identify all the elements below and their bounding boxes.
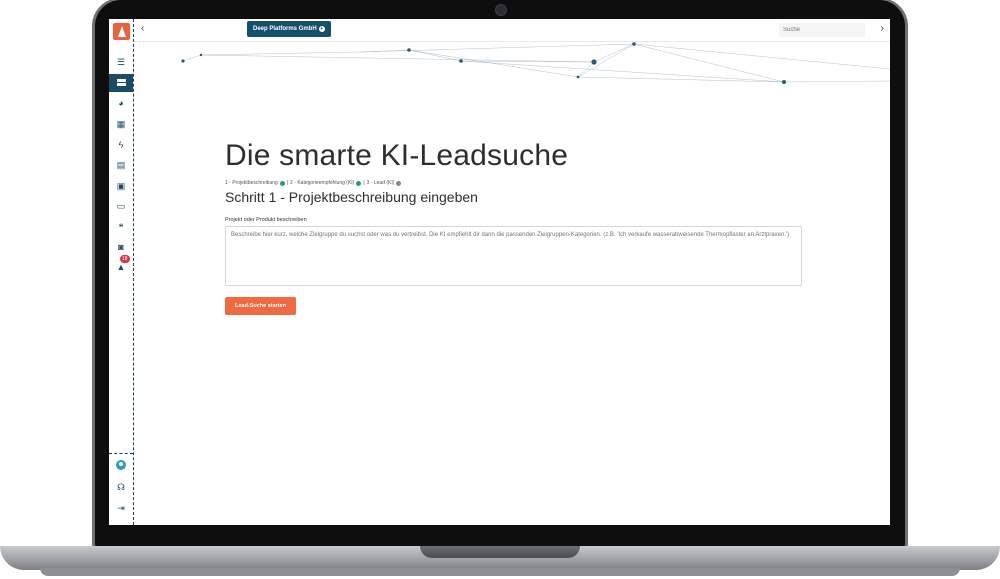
app-logo-icon[interactable] [113,23,130,40]
support-icon[interactable]: ☊ [109,478,133,496]
pending-icon [396,180,402,186]
field-label: Projekt oder Produkt beschreiben [225,217,307,223]
quote-icon[interactable]: ❝ [109,218,133,236]
money-icon[interactable]: ▤ [109,156,133,174]
step-2[interactable]: 2 - Kategorieempfehlung (KI) [290,180,354,186]
robot-icon[interactable]: ◙ [109,238,133,256]
laptop-base-shadow [40,568,960,576]
project-description-input[interactable] [225,226,802,286]
search-input[interactable] [779,23,865,37]
camera-icon [495,4,507,16]
lightning-icon[interactable]: ϟ [109,136,133,154]
sidebar-item-leads[interactable] [109,74,133,92]
sidebar-divider [109,453,133,454]
sidebar: ☰ ◕ ▦ ϟ ▤ ▣ ▭ ❝ ◙ ▲ 18 ☊ ⇥ [109,19,134,525]
bell-icon[interactable]: ▲ 18 [109,255,133,276]
main-content: Die smarte KI-Leadsuche 1 - Projektbesch… [225,139,805,315]
notification-badge: 18 [120,255,130,263]
check-icon [356,180,362,186]
laptop-icon[interactable]: ▭ [109,197,133,215]
calendar-icon[interactable]: ▦ [109,115,133,133]
logout-icon[interactable]: ⇥ [109,499,133,517]
company-switcher[interactable]: Deep Platforms GmbH + [247,21,331,37]
start-lead-search-button[interactable]: Lead-Suche starten [225,297,297,315]
pie-chart-icon[interactable]: ◕ [109,94,133,112]
step-3[interactable]: 3 - Lead (KI) [367,180,395,186]
server-icon [116,79,126,86]
avatar-icon[interactable] [109,456,133,474]
page-title: Die smarte KI-Leadsuche [225,139,569,172]
tasks-icon[interactable]: ☰ [109,53,133,71]
network-decoration [181,42,890,84]
topbar: ‹ Deep Platforms GmbH + › [134,19,890,42]
chevron-right-icon[interactable]: › [881,23,884,34]
plus-icon: + [318,26,325,32]
laptop-notch [420,546,580,558]
company-name: Deep Platforms GmbH [253,26,317,32]
gift-icon[interactable]: ▣ [109,177,133,195]
step-breadcrumb: 1 - Projektbeschreibung | 2 - Kategoriee… [225,180,805,186]
step-heading: Schritt 1 - Projektbeschreibung eingeben [225,189,478,205]
check-icon [279,180,285,186]
chevron-left-icon[interactable]: ‹ [141,23,144,34]
step-1[interactable]: 1 - Projektbeschreibung [225,180,278,186]
screen: ☰ ◕ ▦ ϟ ▤ ▣ ▭ ❝ ◙ ▲ 18 ☊ ⇥ ‹ Deep Platfor… [109,19,890,525]
